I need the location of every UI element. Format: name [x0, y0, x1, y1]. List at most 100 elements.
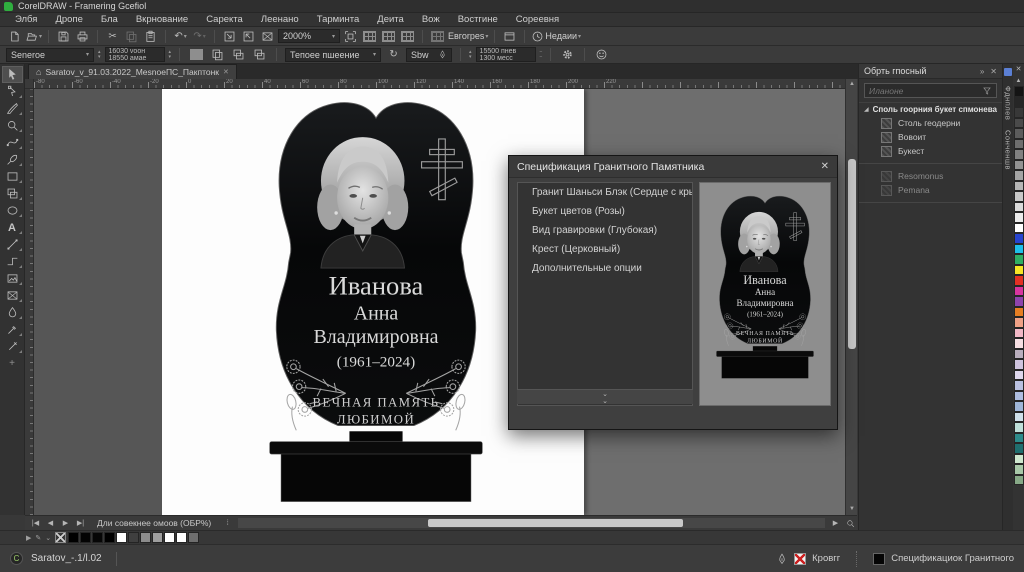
palette-swatch[interactable]: [1014, 317, 1024, 328]
text-tool[interactable]: A: [2, 219, 23, 236]
filter-funnel-icon[interactable]: [982, 86, 992, 96]
landscape-button[interactable]: [251, 47, 268, 62]
scroll-down-icon[interactable]: ▼: [846, 504, 858, 515]
expand-triangle-icon[interactable]: ◢: [864, 106, 869, 113]
docker-tab-label-2[interactable]: Сонченшв: [1004, 130, 1013, 170]
zoom-tool[interactable]: [2, 117, 23, 134]
document-color-swatch[interactable]: [116, 532, 127, 543]
open-button[interactable]: ▾: [25, 29, 42, 44]
docker-tab-icon[interactable]: [1004, 68, 1012, 76]
docker-disabled-row[interactable]: Resomonus: [859, 169, 1002, 183]
settings-gear-button[interactable]: [559, 47, 576, 62]
rotate-icon[interactable]: ↻: [385, 47, 402, 62]
artistic-media-tool[interactable]: [2, 151, 23, 168]
palette-swatch[interactable]: [1014, 244, 1024, 255]
page-size-button[interactable]: [188, 47, 205, 62]
palette-swatch[interactable]: [1014, 160, 1024, 171]
copy-button[interactable]: [123, 29, 140, 44]
specification-list-item[interactable]: Букет цветов (Розы): [518, 202, 692, 221]
specification-list-item[interactable]: Дополнительные опции: [518, 259, 692, 278]
image-frame-tool[interactable]: [2, 270, 23, 287]
launcher-dropdown[interactable]: Недаии▾: [531, 29, 581, 44]
options-window-button[interactable]: [501, 29, 518, 44]
monument-artwork[interactable]: [262, 101, 490, 511]
specification-list-item[interactable]: Гранит Шаньси Блэк (Сердце с крылом): [518, 183, 692, 202]
specification-list-item[interactable]: Вид гравировки (Глубокая): [518, 221, 692, 240]
line-tool[interactable]: [2, 236, 23, 253]
docker-collapse-icon[interactable]: »: [980, 67, 984, 76]
position-spinner-2[interactable]: ▴▾: [169, 50, 172, 60]
pan-icon[interactable]: ▶: [829, 518, 842, 529]
page-tab[interactable]: Дли совекнее омоов (ОБР%): [89, 518, 219, 528]
palette-swatch[interactable]: [1014, 286, 1024, 297]
full-screen-preview-button[interactable]: [342, 29, 359, 44]
palette-close-icon[interactable]: ✕: [1016, 64, 1022, 76]
document-color-swatch[interactable]: [188, 532, 199, 543]
outline-none-swatch[interactable]: [794, 553, 806, 565]
crop-tool[interactable]: [2, 100, 23, 117]
palette-swatch[interactable]: [1014, 118, 1024, 129]
position-spinner[interactable]: ▴▾: [98, 50, 101, 60]
show-rulers-button[interactable]: [361, 29, 378, 44]
palette-swatch[interactable]: [1014, 359, 1024, 370]
horizontal-scroll-thumb[interactable]: [428, 519, 683, 527]
palette-eyedropper-icon[interactable]: ✎: [35, 534, 41, 542]
document-color-swatch[interactable]: [104, 532, 115, 543]
palette-swatch[interactable]: [1014, 233, 1024, 244]
menu-item[interactable]: Деита: [368, 14, 413, 25]
palette-options-icon[interactable]: ⌄: [45, 534, 51, 542]
palette-swatch[interactable]: [1014, 128, 1024, 139]
redo-button[interactable]: ↷▾: [191, 29, 208, 44]
dialog-close-icon[interactable]: ✕: [821, 161, 829, 172]
docker-close-icon[interactable]: ✕: [990, 67, 997, 76]
document-color-swatch[interactable]: [80, 532, 91, 543]
palette-swatch[interactable]: [1014, 191, 1024, 202]
object-position-field[interactable]: 16030 voон 18550 амае: [105, 47, 165, 62]
prev-page-icon[interactable]: ◀: [44, 518, 57, 529]
menu-item[interactable]: Бла: [92, 14, 127, 25]
palette-swatch[interactable]: [1014, 328, 1024, 339]
palette-swatch[interactable]: [1014, 97, 1024, 108]
scroll-up-icon[interactable]: ▲: [846, 79, 858, 90]
menu-item[interactable]: Востгине: [449, 14, 507, 25]
publish-button[interactable]: [259, 29, 276, 44]
export-button[interactable]: [240, 29, 257, 44]
pick-tool[interactable]: [2, 66, 23, 83]
vertical-scrollbar[interactable]: ▲ ▼: [845, 79, 857, 515]
add-page-icon[interactable]: ⁞: [221, 518, 234, 529]
fill-tool[interactable]: [2, 304, 23, 321]
add-tools-button[interactable]: +: [2, 355, 23, 372]
specification-list-item[interactable]: Крест (Церковный): [518, 240, 692, 259]
palette-swatch[interactable]: [1014, 370, 1024, 381]
last-page-icon[interactable]: ▶|: [74, 518, 87, 529]
palette-swatch[interactable]: [1014, 401, 1024, 412]
placeholder-frame-tool[interactable]: [2, 287, 23, 304]
menu-item[interactable]: Леенано: [252, 14, 308, 25]
palette-flyout-icon[interactable]: ▶: [26, 534, 31, 542]
ellipse-tool[interactable]: [2, 202, 23, 219]
object-size-field[interactable]: 15500 пнев 1300 месс: [476, 47, 536, 62]
palette-swatch[interactable]: [1014, 433, 1024, 444]
eyedropper-tool[interactable]: [2, 321, 23, 338]
palette-swatch[interactable]: [1014, 139, 1024, 150]
palette-swatch[interactable]: [1014, 223, 1024, 234]
palette-swatch[interactable]: [1014, 275, 1024, 286]
print-button[interactable]: [74, 29, 91, 44]
portrait-button[interactable]: [230, 47, 247, 62]
ruler-origin-corner[interactable]: [25, 79, 34, 89]
docker-tab-label-1[interactable]: Фднплев: [1004, 86, 1013, 120]
menu-item[interactable]: Элбя: [6, 14, 46, 25]
document-color-swatch[interactable]: [140, 532, 151, 543]
new-document-button[interactable]: [6, 29, 23, 44]
vertical-scroll-thumb[interactable]: [848, 159, 856, 349]
palette-swatch[interactable]: [1014, 86, 1024, 97]
menu-item[interactable]: Тарминта: [308, 14, 369, 25]
docker-object-row[interactable]: Вовоит: [859, 130, 1002, 144]
menu-item[interactable]: Дропе: [46, 14, 91, 25]
palette-swatch[interactable]: [1014, 107, 1024, 118]
document-color-swatch[interactable]: [128, 532, 139, 543]
palette-swatch[interactable]: [1014, 443, 1024, 454]
undo-button[interactable]: ↶▾: [172, 29, 189, 44]
palette-swatch[interactable]: [1014, 349, 1024, 360]
home-icon[interactable]: ⌂: [36, 67, 41, 77]
